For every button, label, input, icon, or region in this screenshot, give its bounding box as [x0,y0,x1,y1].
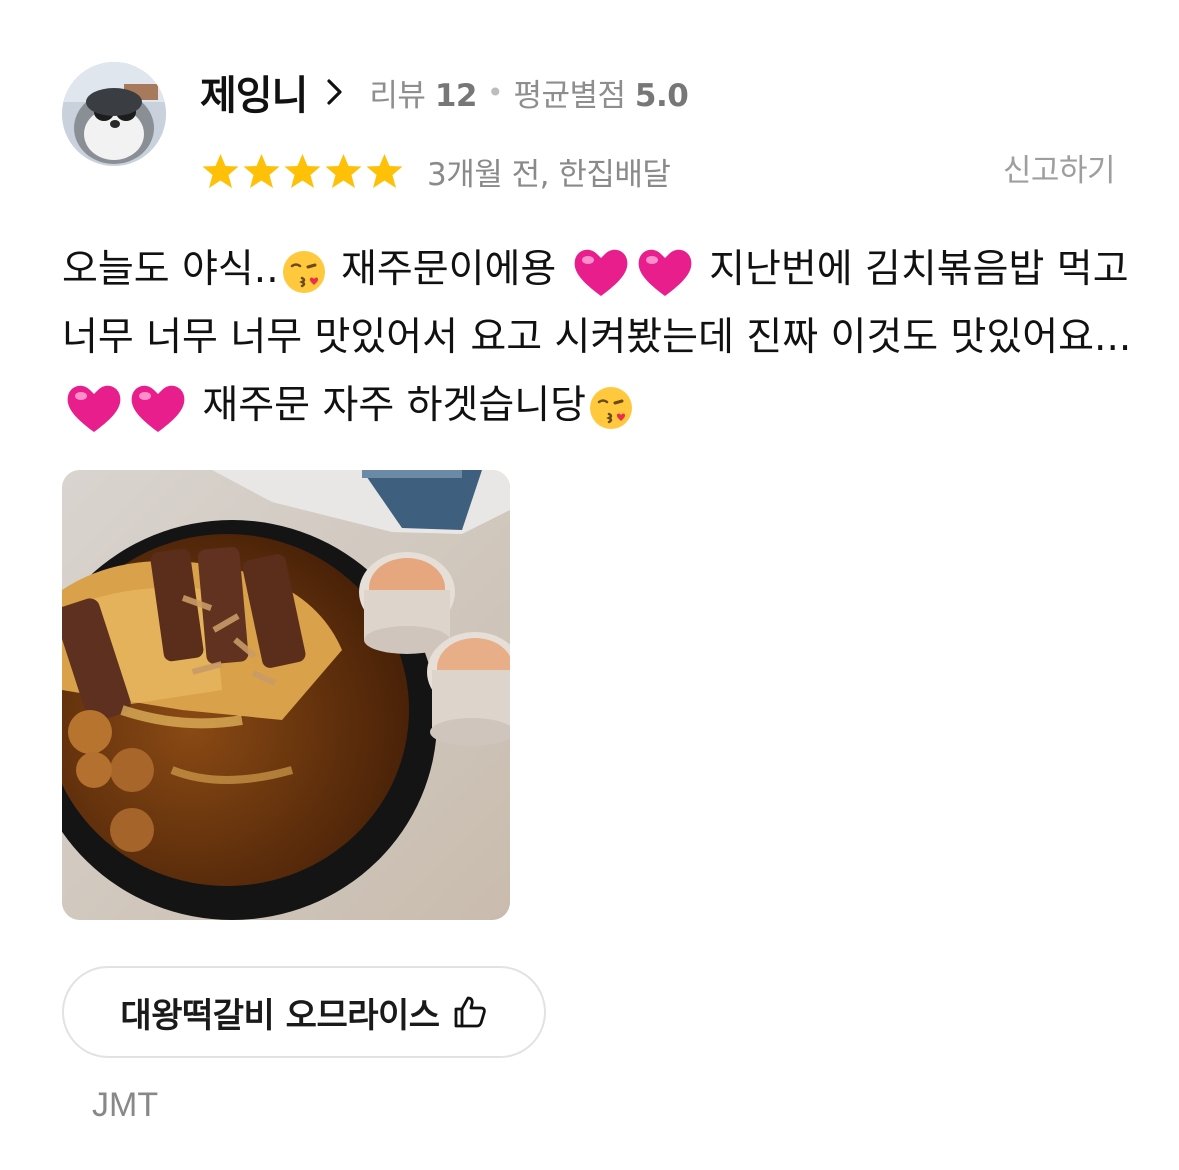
star-icon [243,154,280,188]
review-text-part-2: 재주문이에용 [341,247,557,292]
menu-item-name: 대왕떡갈비 오므라이스 [120,995,440,1036]
separator-dot: • [486,75,504,109]
reviewer-name[interactable]: 제잉니 [200,63,308,121]
review-meta: 3개월 전, 한집배달 [200,146,671,196]
average-rating: 평균별점 5.0 [513,70,688,115]
star-icon [366,154,403,188]
average-rating-label: 평균별점 [513,77,626,114]
star-rating [200,151,405,191]
star-icon [284,154,321,188]
average-rating-value: 5.0 [634,77,689,114]
review-text-part-4: 재주문 자주 하겟습니당 [202,383,587,428]
star-icon [202,154,239,188]
heart-icon [571,244,631,300]
report-button[interactable]: 신고하기 [1003,146,1116,196]
food-photo-image [62,470,510,920]
review-photo[interactable] [62,470,510,920]
chevron-right-icon[interactable] [325,77,345,107]
heart-icon [635,244,695,300]
heart-icon [64,380,124,436]
menu-item-chip[interactable]: 대왕떡갈비 오므라이스 [62,966,546,1058]
avatar[interactable] [62,62,166,166]
thumbs-up-icon [454,996,486,1028]
review-count: 리뷰 12 [369,70,477,115]
review-count-label: 리뷰 [369,77,426,114]
review-text: 오늘도 야식.. 재주문이에용 지난번에 김치볶음밥 먹고 너무 너무 너무 맛… [62,236,1132,440]
review-count-value: 12 [434,77,478,114]
heart-icon [128,380,188,436]
reviewer-header: 제잉니 리뷰 12 • 평균별점 5.0 [200,63,689,121]
kissing-face-icon [588,385,634,431]
kissing-face-icon [281,249,327,295]
star-icon [325,154,362,188]
menu-comment: JMT [92,1086,159,1124]
review-time: 3개월 전, 한집배달 [427,156,671,193]
review-text-part-1: 오늘도 야식.. [62,247,279,292]
